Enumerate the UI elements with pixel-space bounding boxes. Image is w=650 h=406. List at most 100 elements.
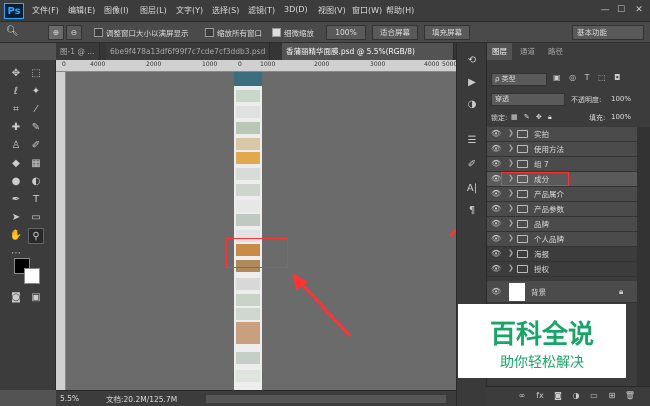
history-icon[interactable]: ⟲: [464, 53, 480, 69]
pen-tool-icon[interactable]: ✒: [8, 192, 24, 208]
eye-icon[interactable]: 👁︎: [491, 234, 501, 243]
eye-icon[interactable]: 👁︎: [491, 287, 501, 296]
lock-icons[interactable]: ▦ ✎ ✥ 🔒︎: [511, 113, 554, 122]
layer-row[interactable]: 👁︎ ❯ 授权: [487, 262, 637, 277]
menu-edit[interactable]: 编辑(E): [68, 5, 95, 16]
maximize-button[interactable]: ☐: [614, 4, 628, 17]
properties-icon[interactable]: ☰: [464, 133, 480, 149]
magic-wand-icon[interactable]: ✦: [28, 84, 44, 100]
menu-3d[interactable]: 3D(D): [284, 5, 308, 14]
layer-filter-select[interactable]: ρ 类型: [491, 73, 547, 86]
close-button[interactable]: ✕: [632, 4, 646, 17]
eyedropper-icon[interactable]: ⁄: [28, 102, 44, 118]
zoom-in-icon[interactable]: ⊕: [48, 25, 64, 40]
menu-image[interactable]: 图像(I): [104, 5, 129, 16]
brush-tool-icon[interactable]: ✎: [28, 120, 44, 136]
type-tool-icon[interactable]: T: [28, 192, 44, 208]
chevron-right-icon[interactable]: ❯: [508, 264, 514, 272]
layer-row[interactable]: 👁︎ ❯ 海报: [487, 247, 637, 262]
menu-file[interactable]: 文件(F): [32, 5, 59, 16]
minimize-button[interactable]: —: [598, 4, 612, 17]
stamp-tool-icon[interactable]: ♙: [8, 138, 24, 154]
zoom-100-button[interactable]: 100%: [326, 25, 366, 40]
marquee-tool-icon[interactable]: ⬚: [28, 66, 44, 82]
screen-mode-icon[interactable]: ▣: [28, 290, 44, 306]
background-color-swatch[interactable]: [24, 268, 40, 284]
menu-type[interactable]: 文字(Y): [176, 5, 203, 16]
layer-row[interactable]: 👁︎ ❯ 组 7: [487, 157, 637, 172]
layer-row[interactable]: 👁︎ ❯ 使用方法: [487, 142, 637, 157]
menu-window[interactable]: 窗口(W): [352, 5, 382, 16]
blend-mode-select[interactable]: 穿透: [491, 93, 565, 106]
zoom-out-icon[interactable]: ⊖: [66, 25, 82, 40]
trash-icon[interactable]: 🗑︎: [624, 390, 636, 402]
adjustment-layer-icon[interactable]: ◑: [570, 390, 582, 402]
link-layers-icon[interactable]: ∞: [516, 390, 528, 402]
eye-icon[interactable]: 👁︎: [491, 189, 501, 198]
crop-tool-icon[interactable]: ⌗: [8, 102, 24, 118]
new-layer-icon[interactable]: ⊞: [606, 390, 618, 402]
zoom-tool-selected-icon[interactable]: ⚲: [28, 228, 44, 244]
gradient-tool-icon[interactable]: ▦: [28, 156, 44, 172]
layers-scrollbar[interactable]: [637, 127, 650, 387]
blur-tool-icon[interactable]: ●: [8, 174, 24, 190]
path-select-icon[interactable]: ➤: [8, 210, 24, 226]
history-brush-icon[interactable]: ✐: [28, 138, 44, 154]
scrubby-zoom-checkbox[interactable]: [272, 28, 281, 37]
menu-layer[interactable]: 图层(L): [140, 5, 167, 16]
layer-row[interactable]: 👁︎ ❯ 品牌: [487, 217, 637, 232]
fill-value[interactable]: 100%: [611, 113, 631, 121]
hand-tool-icon[interactable]: ✋: [8, 228, 24, 244]
tab-doc-active[interactable]: 香蒲丽精华面膜.psd @ 5.5%(RGB/8): [282, 43, 454, 60]
eye-icon[interactable]: 👁︎: [491, 144, 501, 153]
eye-icon[interactable]: 👁︎: [491, 129, 501, 138]
layer-row[interactable]: 👁︎ ❯ 个人品牌: [487, 232, 637, 247]
tab-doc-2[interactable]: 6be9f478a13df6f99f7c7cde7cf3ddb3.psd: [106, 43, 270, 60]
eye-icon[interactable]: 👁︎: [491, 174, 501, 183]
lasso-tool-icon[interactable]: ℓ: [8, 84, 24, 100]
shape-tool-icon[interactable]: ▭: [28, 210, 44, 226]
menu-filter[interactable]: 滤镜(T): [248, 5, 275, 16]
chevron-right-icon[interactable]: ❯: [508, 129, 514, 137]
chevron-right-icon[interactable]: ❯: [508, 159, 514, 167]
layer-row[interactable]: 👁︎ ❯ 产品参数: [487, 202, 637, 217]
paragraph-icon[interactable]: ¶: [464, 203, 480, 219]
eye-icon[interactable]: 👁︎: [491, 219, 501, 228]
layer-row-ingredients[interactable]: 👁︎ ❯ 成分: [487, 172, 637, 187]
mask-icon[interactable]: ◙: [552, 390, 564, 402]
fill-screen-button[interactable]: 填充屏幕: [424, 25, 470, 40]
menu-help[interactable]: 帮助(H): [386, 5, 414, 16]
chevron-right-icon[interactable]: ❯: [508, 204, 514, 212]
dodge-tool-icon[interactable]: ◐: [28, 174, 44, 190]
layer-row[interactable]: 👁︎ ❯ 实拍: [487, 127, 637, 142]
zoom-level[interactable]: 5.5%: [60, 394, 79, 403]
menu-select[interactable]: 选择(S): [212, 5, 239, 16]
fx-icon[interactable]: fx: [534, 390, 546, 402]
chevron-right-icon[interactable]: ❯: [508, 234, 514, 242]
horizontal-scrollbar[interactable]: [206, 395, 446, 403]
zoom-tool-icon[interactable]: 🔍︎: [6, 26, 19, 37]
eye-icon[interactable]: 👁︎: [491, 159, 501, 168]
chevron-right-icon[interactable]: ❯: [508, 219, 514, 227]
quick-mask-icon[interactable]: ◙: [8, 290, 24, 306]
brush-presets-icon[interactable]: ✐: [464, 157, 480, 173]
chevron-right-icon[interactable]: ❯: [508, 144, 514, 152]
adjustments-icon[interactable]: ◑: [464, 97, 480, 113]
layer-row[interactable]: 👁︎ ❯ 产品属介: [487, 187, 637, 202]
eraser-tool-icon[interactable]: ◆: [8, 156, 24, 172]
chevron-right-icon[interactable]: ❯: [508, 249, 514, 257]
tab-channels[interactable]: 通道: [515, 43, 540, 60]
document-canvas[interactable]: [234, 72, 262, 390]
tab-doc-1[interactable]: 图-1 @ ...: [56, 43, 100, 60]
chevron-right-icon[interactable]: ❯: [508, 189, 514, 197]
eye-icon[interactable]: 👁︎: [491, 249, 501, 258]
background-layer-row[interactable]: 👁︎ 背景 🔒︎: [487, 281, 637, 303]
tab-layers[interactable]: 图层: [487, 43, 512, 60]
filter-icons[interactable]: ▣ ◎ T ⬚ ◘: [553, 73, 623, 82]
move-tool-icon[interactable]: ✥: [8, 66, 24, 82]
character-icon[interactable]: A|: [464, 181, 480, 197]
workspace-select[interactable]: 基本功能: [572, 25, 644, 40]
eye-icon[interactable]: 👁︎: [491, 264, 501, 273]
resize-window-checkbox[interactable]: [94, 28, 103, 37]
zoom-all-checkbox[interactable]: [205, 28, 214, 37]
